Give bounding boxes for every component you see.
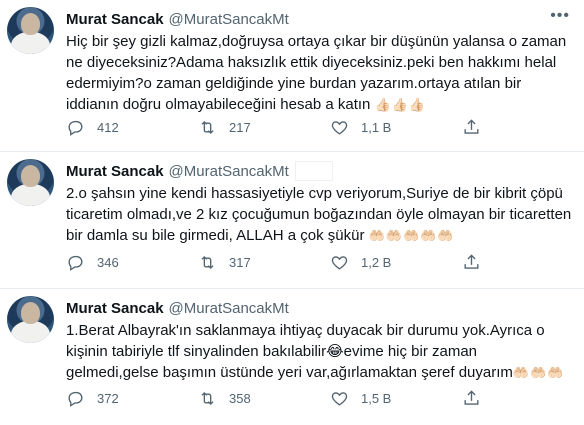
share-button[interactable] <box>462 118 584 137</box>
retweet-count: 217 <box>229 120 251 135</box>
like-button[interactable]: 1,2 B <box>330 253 462 272</box>
author-name[interactable]: Murat Sancak <box>66 163 164 180</box>
heart-icon <box>331 121 348 135</box>
like-count: 1,2 B <box>361 255 392 270</box>
author-name[interactable]: Murat Sancak <box>66 300 164 317</box>
reply-button[interactable]: 412 <box>66 118 198 137</box>
share-button[interactable] <box>462 253 584 272</box>
reply-icon <box>68 391 83 407</box>
avatar[interactable] <box>7 159 54 206</box>
reply-count: 372 <box>97 391 119 406</box>
tweet-text: 1.Berat Albayrak'ın saklanmaya ihtiyaç d… <box>66 320 572 383</box>
retweet-icon <box>201 392 214 405</box>
retweet-count: 358 <box>229 391 251 406</box>
reply-button[interactable]: 372 <box>66 389 198 408</box>
like-button[interactable]: 1,1 B <box>330 118 462 137</box>
tweet-text-body: Hiç bir şey gizli kalmaz,doğruysa ortaya… <box>66 33 567 113</box>
reply-count: 346 <box>97 255 119 270</box>
retweet-button[interactable]: 317 <box>198 253 330 272</box>
avatar[interactable] <box>7 296 54 343</box>
like-count: 1,1 B <box>361 120 392 135</box>
avatar[interactable] <box>7 7 54 54</box>
heart-icon <box>331 256 348 270</box>
tweet-emoji: 🤲🏻🤲🏻🤲🏻🤲🏻🤲🏻 <box>368 228 455 243</box>
tweet-text: 2.o şahsın yine kendi hassasiyetiyle cvp… <box>66 183 572 246</box>
heart-icon <box>331 392 348 406</box>
tweet-text-body: 1.Berat Albayrak'ın saklanmaya ihtiyaç d… <box>66 322 545 381</box>
tweet-text: Hiç bir şey gizli kalmaz,doğruysa ortaya… <box>66 31 572 115</box>
tweet-actions: 412 217 1,1 B <box>66 118 584 137</box>
retweet-icon <box>201 256 214 269</box>
tweet-emoji: 👍🏻👍🏻👍🏻 <box>374 97 427 112</box>
reply-icon <box>68 255 83 271</box>
share-icon <box>464 390 479 405</box>
more-icon[interactable]: ••• <box>550 7 570 25</box>
tweet-actions: 372 358 1,5 B <box>66 389 584 408</box>
retweet-button[interactable]: 217 <box>198 118 330 137</box>
reply-button[interactable]: 346 <box>66 253 198 272</box>
tweet-emoji: 🤲🏻🤲🏻🤲🏻 <box>512 365 565 380</box>
author-handle[interactable]: @MuratSancakMt <box>169 163 289 180</box>
like-count: 1,5 B <box>361 391 392 406</box>
retweet-icon <box>201 121 214 134</box>
author-name[interactable]: Murat Sancak <box>66 11 164 28</box>
share-button[interactable] <box>462 389 584 408</box>
tweet-actions: 346 317 1,2 B <box>66 253 584 272</box>
redaction-box <box>294 161 333 181</box>
tweet[interactable]: Murat Sancak @MuratSancakMt ••• Hiç bir … <box>0 0 584 152</box>
share-icon <box>464 254 479 269</box>
tweet[interactable]: Murat Sancak @MuratSancakMt 1.Berat Alba… <box>0 289 584 425</box>
retweet-count: 317 <box>229 255 251 270</box>
tweet-text-body: 2.o şahsın yine kendi hassasiyetiyle cvp… <box>66 185 572 244</box>
author-handle[interactable]: @MuratSancakMt <box>169 11 289 28</box>
author-handle[interactable]: @MuratSancakMt <box>169 300 289 317</box>
share-icon <box>464 119 479 134</box>
reply-count: 412 <box>97 120 119 135</box>
tweet[interactable]: Murat Sancak @MuratSancakMt 2.o şahsın y… <box>0 152 584 289</box>
reply-icon <box>68 120 83 136</box>
like-button[interactable]: 1,5 B <box>330 389 462 408</box>
retweet-button[interactable]: 358 <box>198 389 330 408</box>
